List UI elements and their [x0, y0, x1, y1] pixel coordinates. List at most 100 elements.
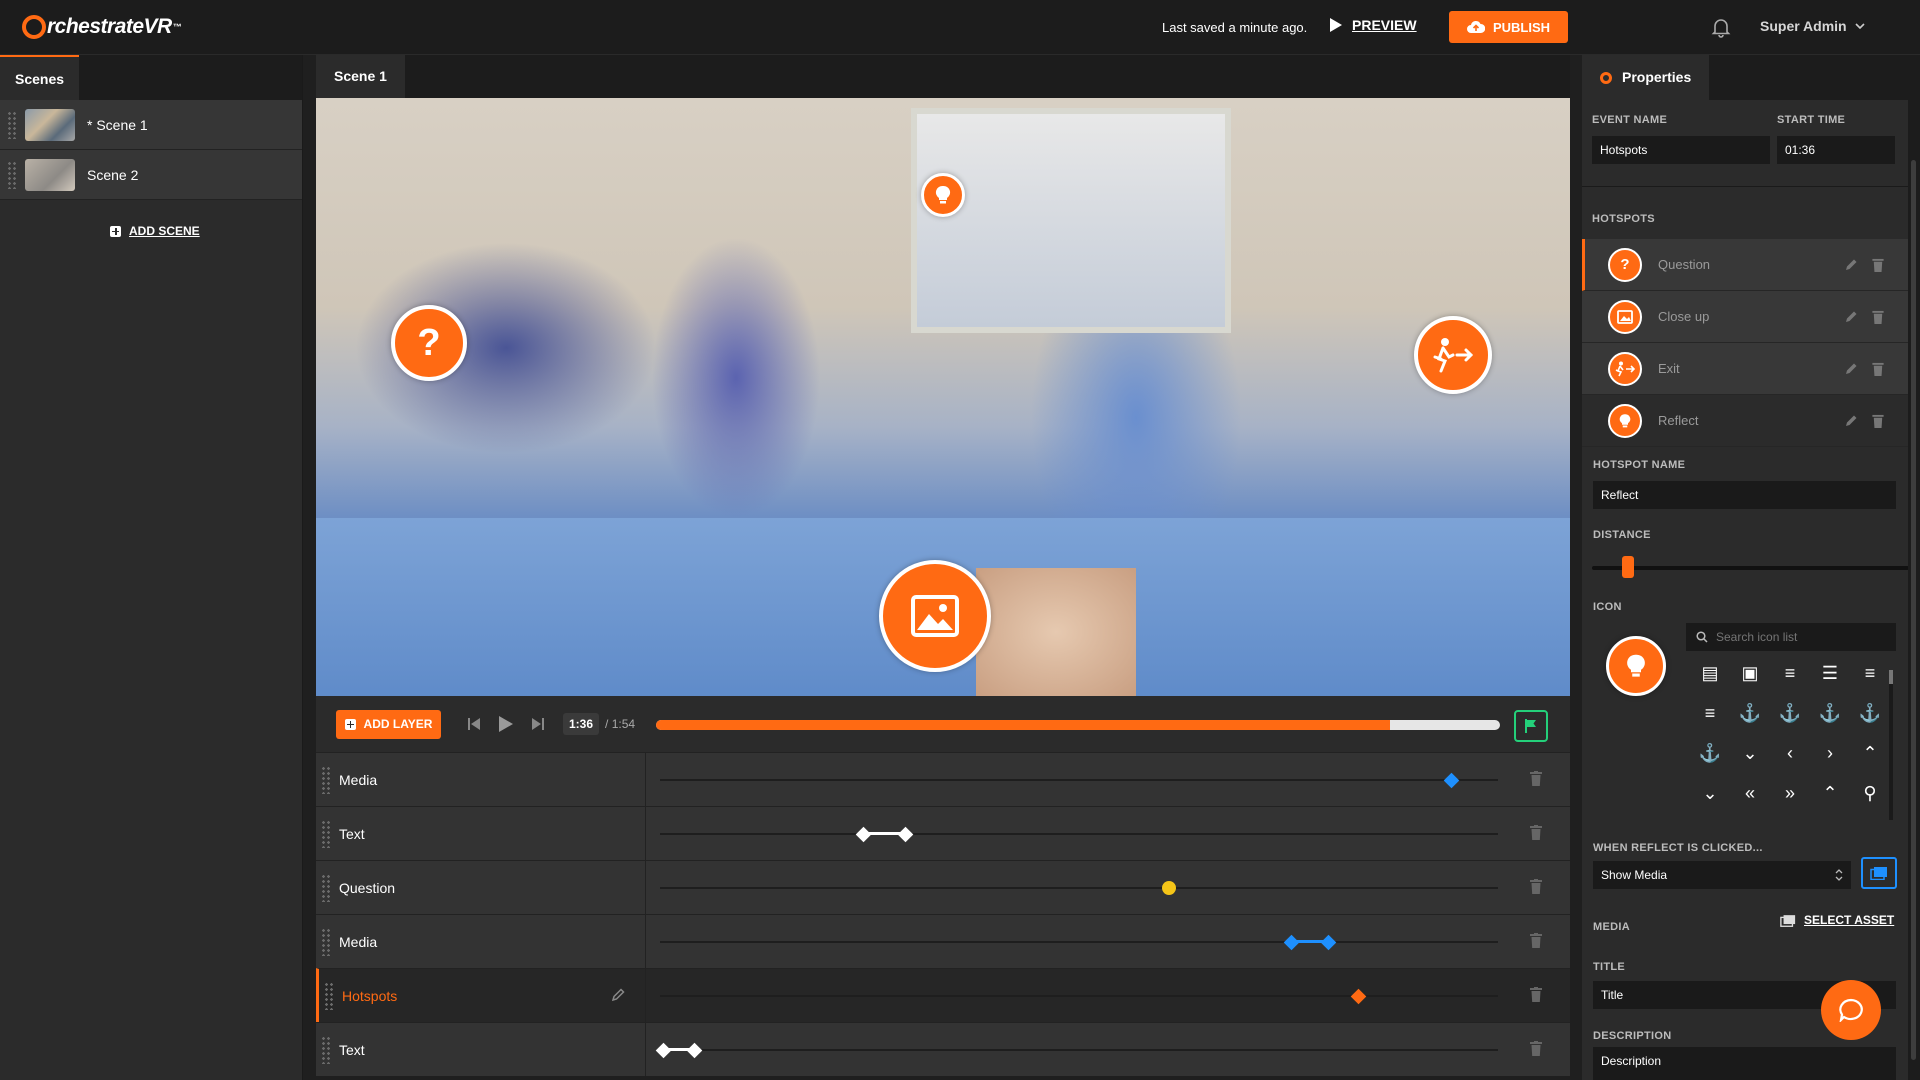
layer-row[interactable]: Text: [316, 806, 1570, 860]
drag-handle-icon[interactable]: [321, 927, 331, 956]
icon-option[interactable]: ☰: [1822, 663, 1838, 684]
notification-bell-icon[interactable]: [1710, 16, 1732, 38]
layer-row[interactable]: Hotspots: [316, 968, 1570, 1022]
icon-option[interactable]: ⌃: [1862, 743, 1877, 764]
trash-icon[interactable]: [1872, 414, 1884, 428]
action-select[interactable]: Show Media: [1593, 861, 1851, 889]
description-input[interactable]: Description: [1593, 1047, 1896, 1080]
keyframe[interactable]: [655, 1042, 672, 1059]
publish-button[interactable]: PUBLISH: [1449, 11, 1568, 43]
icon-option[interactable]: ⚓: [1779, 703, 1801, 724]
trash-icon[interactable]: [1530, 987, 1542, 1002]
icon-option[interactable]: ⚓: [1699, 743, 1721, 764]
icon-option[interactable]: »: [1785, 783, 1795, 804]
pencil-icon[interactable]: [1844, 310, 1858, 324]
keyframe[interactable]: [1443, 772, 1460, 789]
tab-scenes[interactable]: Scenes: [0, 55, 80, 100]
icon-search-box[interactable]: [1686, 623, 1896, 651]
drag-handle-icon[interactable]: [324, 981, 334, 1010]
icon-option[interactable]: ≡: [1785, 663, 1796, 684]
chat-support-button[interactable]: [1821, 980, 1881, 1040]
media-library-button[interactable]: [1861, 857, 1897, 889]
icon-option[interactable]: ⚓: [1859, 703, 1881, 724]
icon-option[interactable]: ▣: [1741, 663, 1758, 684]
scene-item-2[interactable]: Scene 2: [0, 150, 302, 200]
hotspot-question[interactable]: ?: [391, 305, 467, 381]
start-time-input[interactable]: 01:36: [1777, 136, 1895, 164]
keyframe[interactable]: [686, 1042, 703, 1059]
trash-icon[interactable]: [1872, 258, 1884, 272]
trash-icon[interactable]: [1872, 310, 1884, 324]
pencil-icon[interactable]: [611, 988, 625, 1002]
tab-properties[interactable]: Properties: [1582, 55, 1710, 100]
layer-row[interactable]: Media: [316, 914, 1570, 968]
hotspot-closeup[interactable]: [879, 560, 991, 672]
layer-track[interactable]: [646, 861, 1570, 914]
skip-forward-button[interactable]: [529, 715, 547, 733]
layer-row[interactable]: Text: [316, 1022, 1570, 1076]
timeline-progress-bar[interactable]: [656, 720, 1500, 730]
user-menu[interactable]: Super Admin: [1760, 18, 1865, 34]
icon-option[interactable]: «: [1745, 783, 1755, 804]
icon-option[interactable]: ⌄: [1742, 743, 1757, 764]
trash-icon[interactable]: [1530, 771, 1542, 786]
layer-track[interactable]: [646, 1023, 1570, 1076]
trash-icon[interactable]: [1530, 933, 1542, 948]
keyframe[interactable]: [1162, 881, 1176, 895]
hotspot-row-reflect[interactable]: Reflect: [1582, 395, 1908, 447]
keyframe[interactable]: [1283, 934, 1300, 951]
layer-track[interactable]: [646, 969, 1570, 1022]
pencil-icon[interactable]: [1844, 258, 1858, 272]
layer-track[interactable]: [646, 915, 1570, 968]
trash-icon[interactable]: [1872, 362, 1884, 376]
hotspot-exit[interactable]: [1414, 316, 1492, 394]
event-name-input[interactable]: Hotspots: [1592, 136, 1770, 164]
scene-item-1[interactable]: * Scene 1: [0, 100, 302, 150]
icon-search-input[interactable]: [1716, 630, 1886, 644]
properties-scrollbar[interactable]: [1908, 100, 1920, 1080]
trash-icon[interactable]: [1530, 1041, 1542, 1056]
icon-option[interactable]: ⌄: [1702, 783, 1717, 804]
hotspot-reflect[interactable]: [921, 173, 965, 217]
drag-handle-icon[interactable]: [321, 1035, 331, 1064]
layer-track[interactable]: [646, 807, 1570, 860]
icon-option[interactable]: ▤: [1701, 663, 1718, 684]
tab-scene-1[interactable]: Scene 1: [316, 55, 405, 98]
app-logo[interactable]: rchestrateVR ™: [22, 14, 182, 40]
keyframe[interactable]: [1320, 934, 1337, 951]
hotspot-row-exit[interactable]: Exit: [1582, 343, 1908, 395]
drag-handle-icon[interactable]: [7, 160, 17, 189]
scrollbar-thumb[interactable]: [1911, 160, 1916, 1060]
icon-option[interactable]: ⚓: [1739, 703, 1761, 724]
play-button[interactable]: [497, 715, 515, 733]
icon-option[interactable]: ⚲: [1863, 783, 1876, 804]
icon-option[interactable]: ≡: [1705, 703, 1716, 724]
hotspot-row-question[interactable]: ? Question: [1582, 239, 1908, 291]
hotspot-row-closeup[interactable]: Close up: [1582, 291, 1908, 343]
add-layer-button[interactable]: ADD LAYER: [336, 709, 441, 739]
distance-slider[interactable]: [1592, 556, 1909, 578]
drag-handle-icon[interactable]: [7, 110, 17, 139]
icon-option[interactable]: ⌃: [1822, 783, 1837, 804]
icon-grid-scrollbar[interactable]: [1889, 670, 1893, 820]
icon-option[interactable]: ⚓: [1819, 703, 1841, 724]
flag-button[interactable]: [1514, 710, 1548, 742]
keyframe[interactable]: [1350, 988, 1367, 1005]
skip-back-button[interactable]: [465, 715, 483, 733]
trash-icon[interactable]: [1530, 825, 1542, 840]
keyframe[interactable]: [897, 826, 914, 843]
icon-option[interactable]: ≡: [1865, 663, 1876, 684]
vr-viewport[interactable]: ?: [316, 98, 1570, 696]
pencil-icon[interactable]: [1844, 362, 1858, 376]
pencil-icon[interactable]: [1844, 414, 1858, 428]
trash-icon[interactable]: [1530, 879, 1542, 894]
layer-row[interactable]: Media: [316, 752, 1570, 806]
layer-row[interactable]: Question: [316, 860, 1570, 914]
current-time[interactable]: 1:36: [563, 713, 600, 735]
hotspot-name-input[interactable]: Reflect: [1593, 481, 1896, 509]
drag-handle-icon[interactable]: [321, 873, 331, 902]
slider-knob[interactable]: [1622, 556, 1634, 578]
select-asset-button[interactable]: SELECT ASSET: [1780, 913, 1894, 927]
drag-handle-icon[interactable]: [321, 819, 331, 848]
drag-handle-icon[interactable]: [321, 765, 331, 794]
